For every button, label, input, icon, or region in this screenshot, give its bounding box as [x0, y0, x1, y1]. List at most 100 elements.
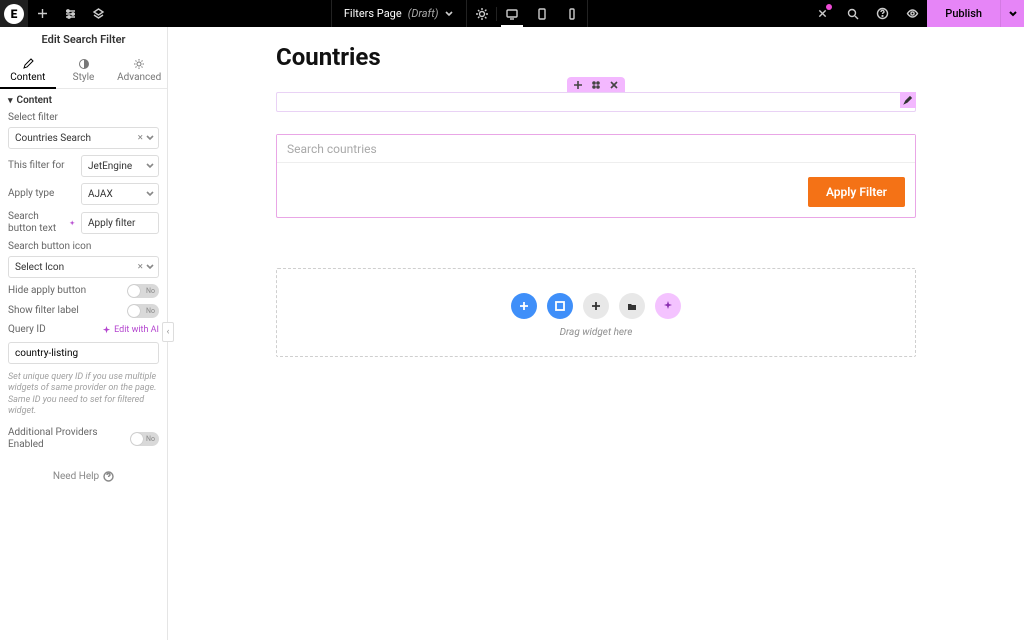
label-apply-type: Apply type — [8, 188, 54, 200]
device-mobile[interactable] — [557, 0, 587, 27]
sliders-icon — [64, 7, 77, 20]
label-show-filter-label: Show filter label — [8, 305, 79, 317]
add-widget-button[interactable] — [28, 0, 56, 27]
selected-section[interactable] — [276, 92, 916, 112]
label-search-button-text: Search button text — [8, 211, 66, 235]
mobile-icon — [565, 7, 579, 21]
ai-sparkle-icon[interactable] — [69, 219, 75, 228]
tab-advanced[interactable]: Advanced — [111, 52, 167, 88]
preview-button[interactable] — [897, 0, 927, 27]
search-button-text-input[interactable] — [81, 212, 159, 234]
publish-options-button[interactable] — [1000, 0, 1024, 27]
apply-filter-button[interactable]: Apply Filter — [808, 177, 905, 207]
tab-style[interactable]: Style — [56, 52, 112, 88]
query-id-input[interactable] — [8, 342, 159, 364]
panel-title: Edit Search Filter — [0, 27, 167, 52]
drag-icon — [591, 80, 601, 90]
search-button-icon-value[interactable] — [8, 256, 159, 278]
label-query-id: Query ID — [8, 324, 46, 336]
additional-providers-toggle[interactable]: No — [130, 432, 159, 446]
plus-bold-icon — [518, 300, 530, 312]
page-settings-button[interactable] — [467, 7, 497, 21]
notifications-button[interactable] — [807, 0, 837, 27]
section-content-toggle[interactable]: ▾ Content — [0, 89, 167, 112]
search-filter-widget[interactable]: Apply Filter — [276, 134, 916, 218]
hide-apply-button-toggle[interactable]: No — [127, 284, 159, 298]
chevron-down-icon — [444, 9, 454, 19]
page-status: (Draft) — [408, 7, 439, 20]
help-icon — [103, 471, 114, 482]
edit-with-ai-link[interactable]: Edit with AI — [102, 325, 159, 335]
pencil-icon — [903, 95, 913, 105]
show-filter-label-toggle[interactable]: No — [127, 304, 159, 318]
structure-button[interactable] — [84, 0, 112, 27]
dropzone-add-container[interactable] — [547, 293, 573, 319]
help-button[interactable] — [867, 0, 897, 27]
apply-type-value[interactable] — [81, 183, 159, 205]
container-icon — [554, 300, 566, 312]
label-additional-providers: Additional Providers Enabled — [8, 427, 124, 451]
tablet-icon — [535, 7, 549, 21]
device-tablet[interactable] — [527, 0, 557, 27]
page-heading: Countries — [276, 43, 916, 71]
dropzone-add-widget[interactable] — [583, 293, 609, 319]
folder-icon — [626, 300, 638, 312]
dropzone-template[interactable] — [619, 293, 645, 319]
page-selector[interactable]: Filters Page (Draft) — [331, 0, 468, 27]
label-hide-apply-button: Hide apply button — [8, 285, 86, 297]
this-filter-for-dropdown[interactable] — [81, 155, 159, 177]
chevron-down-icon — [1008, 9, 1018, 19]
search-button-icon-dropdown[interactable]: × — [8, 256, 159, 278]
site-settings-button[interactable] — [56, 0, 84, 27]
caret-down-icon: ▾ — [8, 96, 13, 106]
elementor-logo-glyph: E — [11, 7, 18, 21]
dropzone-caption: Drag widget here — [277, 327, 915, 338]
eye-icon — [906, 7, 919, 20]
elementor-logo[interactable]: E — [0, 0, 28, 27]
search-icon — [846, 7, 859, 20]
dropzone-ai[interactable] — [655, 293, 681, 319]
widget-dropzone[interactable]: Drag widget here — [276, 268, 916, 357]
clear-icon[interactable]: × — [138, 262, 143, 273]
edit-section-handle[interactable] — [900, 92, 916, 108]
finder-button[interactable] — [837, 0, 867, 27]
responsive-devices — [497, 0, 588, 27]
label-this-filter-for: This filter for — [8, 160, 65, 172]
this-filter-for-value[interactable] — [81, 155, 159, 177]
sparkle-icon — [662, 300, 674, 312]
editor-sidebar: Edit Search Filter Content Style Advance… — [0, 27, 168, 640]
clear-icon[interactable]: × — [138, 133, 143, 144]
need-help-link[interactable]: Need Help — [0, 459, 167, 494]
close-icon — [609, 80, 619, 90]
notification-dot — [826, 4, 832, 10]
search-countries-input[interactable] — [277, 135, 915, 163]
editor-canvas: Countries Apply Filter — [168, 27, 1024, 640]
section-mini-toolbar — [276, 77, 916, 93]
help-icon — [876, 7, 889, 20]
section-add-button[interactable] — [571, 78, 585, 92]
select-filter-value[interactable] — [8, 127, 159, 149]
publish-label: Publish — [945, 7, 982, 20]
section-drag-handle[interactable] — [589, 78, 603, 92]
layers-icon — [92, 7, 105, 20]
dropzone-add-section[interactable] — [511, 293, 537, 319]
desktop-icon — [505, 7, 519, 21]
tab-content[interactable]: Content — [0, 52, 56, 88]
select-filter-dropdown[interactable]: × — [8, 127, 159, 149]
section-delete-button[interactable] — [607, 78, 621, 92]
plus-icon — [36, 7, 49, 20]
device-desktop[interactable] — [497, 0, 527, 27]
panel-tabs: Content Style Advanced — [0, 52, 167, 89]
pencil-icon — [22, 58, 34, 70]
plus-icon — [590, 300, 602, 312]
label-search-button-icon: Search button icon — [8, 241, 159, 253]
publish-button[interactable]: Publish — [927, 0, 1000, 27]
droplet-icon — [78, 58, 90, 70]
gear-icon — [133, 58, 145, 70]
top-bar: E Filters Page (Draft) — [0, 0, 1024, 27]
page-name: Filters Page — [344, 7, 402, 20]
plus-icon — [573, 80, 583, 90]
apply-type-dropdown[interactable] — [81, 183, 159, 205]
query-id-help: Set unique query ID if you use multiple … — [8, 370, 159, 421]
ai-sparkle-icon — [102, 326, 111, 335]
